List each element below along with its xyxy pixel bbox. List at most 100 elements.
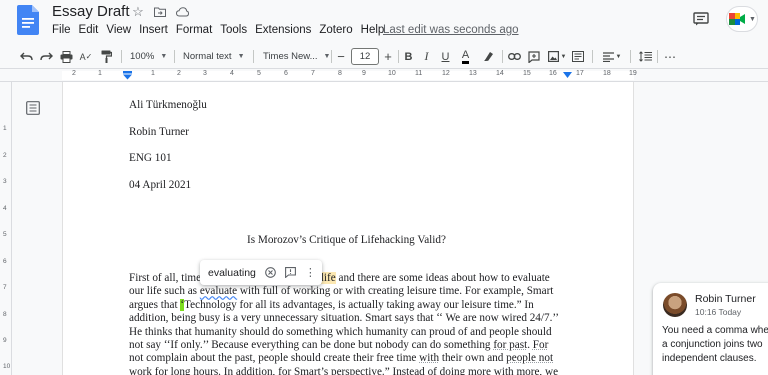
toolbar-divider [592,50,593,63]
chevron-down-icon: ▼ [323,53,331,60]
ruler-number: 1 [151,70,155,77]
document-title[interactable]: Essay Draft [52,3,130,20]
comment-author: Robin Turner [695,293,756,305]
bold-button[interactable]: B [402,44,415,69]
comment-history-icon[interactable] [693,12,709,26]
checklist-icon[interactable] [571,44,585,69]
ruler-number: 9 [362,70,366,77]
instructor-name[interactable]: Robin Turner [129,126,189,138]
menubar: File Edit View Insert Format Tools Exten… [49,24,389,36]
comment-timestamp: 10:16 Today [695,307,742,317]
meet-icon [729,13,746,25]
undo-icon[interactable] [18,44,34,69]
commented-text[interactable]: life [320,272,336,284]
toolbar-divider [253,50,254,63]
ruler-number: 13 [469,70,477,77]
menu-file[interactable]: File [49,24,74,36]
ruler-number: 2 [3,152,7,159]
cloud-status-icon[interactable] [175,5,189,19]
menu-tools[interactable]: Tools [217,24,250,36]
style-value: Normal text [183,51,232,62]
italic-button[interactable]: I [420,44,433,69]
paint-format-icon[interactable] [98,44,114,69]
ruler-number: 2 [72,70,76,77]
insert-image-icon[interactable]: ▼ [546,44,568,69]
ruler-number: 11 [415,70,423,77]
spellcheck-icon[interactable]: A ✓ [78,44,94,69]
chevron-down-icon: ▼ [560,53,567,60]
redo-icon[interactable] [38,44,54,69]
toolbar-divider [657,50,658,63]
paragraph-line: addition, being busy is a very unnecessa… [129,312,560,325]
more-vert-icon[interactable]: ⋮ [305,266,316,279]
comment-body: You need a comma when a conjunction join… [662,325,768,364]
essay-title[interactable]: Is Morozov’s Critique of Lifehacking Val… [247,234,446,246]
text-color-label: A [461,49,470,64]
ruler-number: 8 [338,70,342,77]
increase-font-size-button[interactable]: + [381,44,395,69]
font-size-input[interactable]: 12 [351,48,379,65]
ruler-number: 16 [549,70,557,77]
ruler-number: 9 [3,337,7,344]
text-run: not say ‘‘If only.’’ Because everything … [129,338,494,351]
add-comment-icon[interactable] [527,44,541,69]
course-code[interactable]: ENG 101 [129,152,172,164]
font-select[interactable]: Times New... ▼ [263,44,330,69]
underline-button[interactable]: U [439,44,452,69]
essay-date[interactable]: 04 April 2021 [129,179,191,191]
print-icon[interactable] [58,44,74,69]
vertical-ruler[interactable]: 1 2 3 4 5 6 7 8 9 10 [0,82,12,375]
toolbar-divider [174,50,175,63]
ruler-number: 7 [311,70,315,77]
docs-logo-icon[interactable] [17,5,39,35]
left-indent-marker-icon[interactable] [123,71,132,80]
more-options-icon[interactable]: ⋯ [662,44,678,69]
toolbar-divider [630,50,631,63]
toolbar-divider [121,50,122,63]
menu-view[interactable]: View [103,24,134,36]
grammar-suggestion[interactable]: people not [506,352,553,364]
paragraph-line: He thinks that humanity should do someth… [129,325,552,338]
ruler-number: 6 [284,70,288,77]
paragraph-line: our life such as evaluate with full of w… [129,285,569,298]
ruler-number: 4 [3,205,7,212]
ruler-number: 5 [257,70,261,77]
grammar-suggestion[interactable]: with [419,352,439,364]
misspelled-word[interactable]: evaluate [200,285,237,297]
menu-zotero[interactable]: Zotero [316,24,355,36]
author-name[interactable]: Ali Türkmenoğlu [129,99,207,111]
meet-button[interactable]: ▼ [726,6,758,32]
star-icon[interactable]: ☆ [131,4,145,19]
comment-card[interactable]: Robin Turner 10:16 Today You need a comm… [653,283,768,375]
text-color-button[interactable]: A [459,44,472,69]
ruler-number: 1 [98,70,102,77]
zoom-select[interactable]: 100% ▼ [130,44,167,69]
right-indent-marker-icon[interactable] [563,72,572,79]
horizontal-ruler[interactable]: 2 1 1 2 3 4 5 6 7 8 9 10 11 12 13 14 15 … [0,69,768,82]
menu-edit[interactable]: Edit [76,24,102,36]
grammar-suggestion[interactable]: For [533,339,549,351]
align-icon[interactable]: ▼ [600,44,624,69]
paragraph-line: not complain about the past, people shou… [129,352,569,365]
menu-insert[interactable]: Insert [136,24,171,36]
move-folder-icon[interactable] [153,5,167,19]
ruler-number: 17 [576,70,584,77]
suggested-word-button[interactable]: evaluating [208,267,256,279]
avatar [663,293,687,317]
suggestion-feedback-icon[interactable] [284,267,296,278]
ruler-number: 18 [603,70,611,77]
decrease-font-size-button[interactable]: − [334,44,348,69]
essay-paragraph[interactable]: First of all, timeour life and there are… [129,272,569,375]
link-icon[interactable] [507,44,521,69]
style-select[interactable]: Normal text ▼ [183,44,245,69]
menu-format[interactable]: Format [173,24,215,36]
grammar-suggestion[interactable]: for past [493,339,527,351]
paragraph-line: First of all, timeour life and there are… [129,272,569,285]
ruler-number: 19 [629,70,637,77]
last-edit-link[interactable]: Last edit was seconds ago [383,24,519,36]
dismiss-suggestion-icon[interactable] [265,267,276,278]
highlight-color-icon[interactable] [482,44,495,69]
menu-extensions[interactable]: Extensions [252,24,314,36]
line-spacing-icon[interactable] [637,44,653,69]
document-outline-icon[interactable] [26,101,40,115]
